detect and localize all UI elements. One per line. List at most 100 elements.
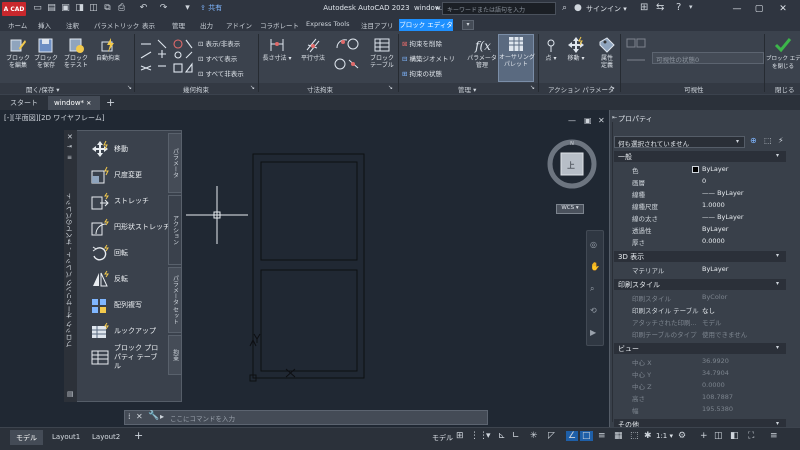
maximize-icon[interactable]: ▢ (752, 2, 766, 16)
viewport-restore-icon[interactable]: ▣ (584, 116, 592, 125)
selection-cycling-icon[interactable]: ⬚ (630, 431, 639, 441)
ribbon-toggle-icon[interactable]: ▾ (462, 20, 474, 30)
close-block-editor-button[interactable]: ブロック エディタ を閉じる (766, 36, 800, 71)
zoom-icon[interactable]: ⌕ (590, 284, 594, 294)
tab-start[interactable]: スタート (10, 98, 38, 108)
dimension-small-icons[interactable] (334, 36, 360, 76)
property-row[interactable]: 線種尺度 1.0000 (614, 200, 786, 212)
orbit-icon[interactable]: ⟲ (590, 306, 597, 315)
undo-icon[interactable]: ↶ (138, 3, 149, 14)
tab-layout2[interactable]: Layout2 (86, 430, 126, 445)
attribute-definition-button[interactable]: 属性 定義 (594, 36, 620, 69)
tab-annotate[interactable]: 注釈 (66, 20, 79, 31)
customization-menu-icon[interactable]: ≡ (770, 431, 778, 441)
share-button[interactable]: ⇪ 共有 (200, 3, 222, 13)
annotation-scale[interactable]: 1:1 ▾ (656, 432, 673, 440)
grid-icon[interactable]: ⊞ (456, 431, 464, 441)
palette-item-move[interactable]: 移動 (90, 138, 128, 160)
lineweight-icon[interactable]: ≡ (598, 431, 606, 441)
application-menu-button[interactable]: A CAD (2, 2, 26, 16)
close-icon[interactable]: ✕ (136, 412, 143, 421)
open-file-icon[interactable]: ▤ (46, 3, 57, 14)
search-input[interactable]: キーワードまたは語句を入力 (442, 2, 556, 15)
minimize-icon[interactable]: — (730, 2, 744, 16)
clean-screen-icon[interactable]: ⛶ (748, 431, 754, 441)
property-row[interactable]: 線種 —— ByLayer (614, 188, 786, 200)
move-action-button[interactable]: 移動 ▾ (564, 36, 588, 62)
point-parameter-button[interactable]: 点 ▾ (542, 36, 560, 62)
panel-launcher-icon[interactable]: ↘ (388, 84, 393, 91)
polar-tracking-icon[interactable]: ✳ (530, 431, 538, 441)
property-row[interactable]: アタッチされた印刷... モデル (614, 316, 786, 328)
property-row[interactable]: 中心 Y 34.7904 (614, 368, 786, 380)
new-file-icon[interactable]: ▭ (32, 3, 43, 14)
property-row[interactable]: 幅 195.5380 (614, 404, 786, 416)
workspace-gear-icon[interactable]: ⚙ (678, 431, 686, 441)
section-general[interactable]: 一般 (614, 151, 786, 162)
infer-constraints-icon[interactable]: ⊾ (498, 431, 506, 441)
tab-parametric[interactable]: パラメトリック (94, 20, 139, 31)
cart-icon[interactable]: ⊞ (640, 2, 648, 13)
property-row[interactable]: 厚さ 0.0000 (614, 236, 786, 248)
section-3d-display[interactable]: 3D 表示 (614, 251, 786, 262)
model-space-toggle[interactable]: モデル (432, 433, 453, 443)
palette-menu-icon[interactable]: ▤ (67, 390, 74, 398)
collapse-icon[interactable]: ▾ (776, 152, 779, 159)
object-snap-icon[interactable]: □ (580, 431, 593, 441)
test-block-button[interactable]: ブロック をテスト (62, 36, 90, 69)
delete-constraint-button[interactable]: ⊠ 拘束を削除 (402, 38, 442, 48)
annotation-visibility-icon[interactable]: ✱ (644, 431, 652, 441)
save-as-icon[interactable]: ◨ (74, 3, 85, 14)
wcs-menu[interactable]: WCS ▾ (556, 204, 584, 214)
close-icon[interactable]: ✕ (776, 2, 790, 16)
isolate-objects-icon[interactable]: ◫ (714, 431, 723, 441)
collapse-icon[interactable]: ▾ (776, 344, 779, 351)
viewport-minimize-icon[interactable]: — (568, 116, 576, 125)
tab-layout1[interactable]: Layout1 (46, 430, 86, 445)
help-dropdown-icon[interactable]: ▾ (689, 3, 693, 11)
show-hide-button[interactable]: ⊡ 表示/非表示 (198, 38, 240, 48)
close-tab-icon[interactable]: ✕ (86, 100, 91, 107)
hardware-acceleration-icon[interactable]: ◧ (730, 431, 739, 441)
panel-launcher-icon[interactable]: ↘ (250, 84, 255, 91)
palette-item-flip[interactable]: 反転 (90, 268, 128, 290)
open-web-icon[interactable]: ◫ (88, 3, 99, 14)
visibility-state-select[interactable]: 可視性の状態0 (652, 52, 764, 64)
show-all-button[interactable]: ⊡ すべて表示 (198, 53, 237, 63)
showmotion-icon[interactable]: ▶ (590, 328, 596, 337)
property-row[interactable]: 中心 Z 0.0000 (614, 380, 786, 392)
palette-item-block-property-table[interactable]: ブロック プロパティ テーブル (90, 344, 160, 370)
tab-express-tools[interactable]: Express Tools (306, 20, 349, 31)
auto-constraint-button[interactable]: 自動拘束 (92, 36, 124, 62)
user-icon[interactable]: ● (574, 3, 582, 13)
collapse-icon[interactable]: ▾ (776, 420, 779, 427)
chevron-down-icon[interactable]: ▾ (486, 431, 491, 441)
search-expand-icon[interactable]: ▸ (436, 4, 440, 12)
transfer-icon[interactable]: ⇆ (656, 2, 664, 13)
chevron-down-icon[interactable]: ▾ (736, 138, 739, 145)
tab-home[interactable]: ホーム (8, 20, 27, 31)
transparency-icon[interactable]: ▦ (614, 431, 623, 441)
panel-autohide-icon[interactable]: ⇤ (612, 114, 617, 121)
plot-icon[interactable]: ⎙ (116, 3, 127, 14)
property-row[interactable]: マテリアル ByLayer (614, 264, 786, 276)
palette-item-rotate[interactable]: 回転 (90, 242, 128, 264)
property-row[interactable]: 色 ByLayer (614, 164, 786, 176)
property-row[interactable]: 高さ 108.7887 (614, 392, 786, 404)
signin-button[interactable]: サインイン ▾ (586, 4, 627, 14)
viewport-close-icon[interactable]: ✕ (598, 116, 605, 125)
palette-tab-parameter-sets[interactable]: パラメータ セット (168, 267, 182, 333)
tab-block-editor[interactable]: ブロック エディタ (399, 19, 453, 31)
customize-wrench-icon[interactable]: 🔧 (148, 411, 159, 421)
palette-close-icon[interactable]: ✕ (67, 133, 73, 141)
save-icon[interactable]: ▣ (60, 3, 71, 14)
collapse-icon[interactable]: ▾ (776, 280, 779, 287)
construction-geometry-button[interactable]: ⊟ 構築ジオメトリ (402, 53, 455, 63)
command-input[interactable]: ここにコマンドを入力 (170, 413, 235, 423)
geometric-constraint-icons[interactable] (138, 36, 194, 80)
property-row[interactable]: 画層 0 (614, 176, 786, 188)
pan-icon[interactable]: ✋ (590, 262, 600, 271)
command-line-grip-icon[interactable]: ⁞ (128, 412, 131, 421)
palette-item-scale[interactable]: 尺度変更 (90, 164, 142, 186)
tab-manage[interactable]: 管理 (172, 20, 185, 31)
